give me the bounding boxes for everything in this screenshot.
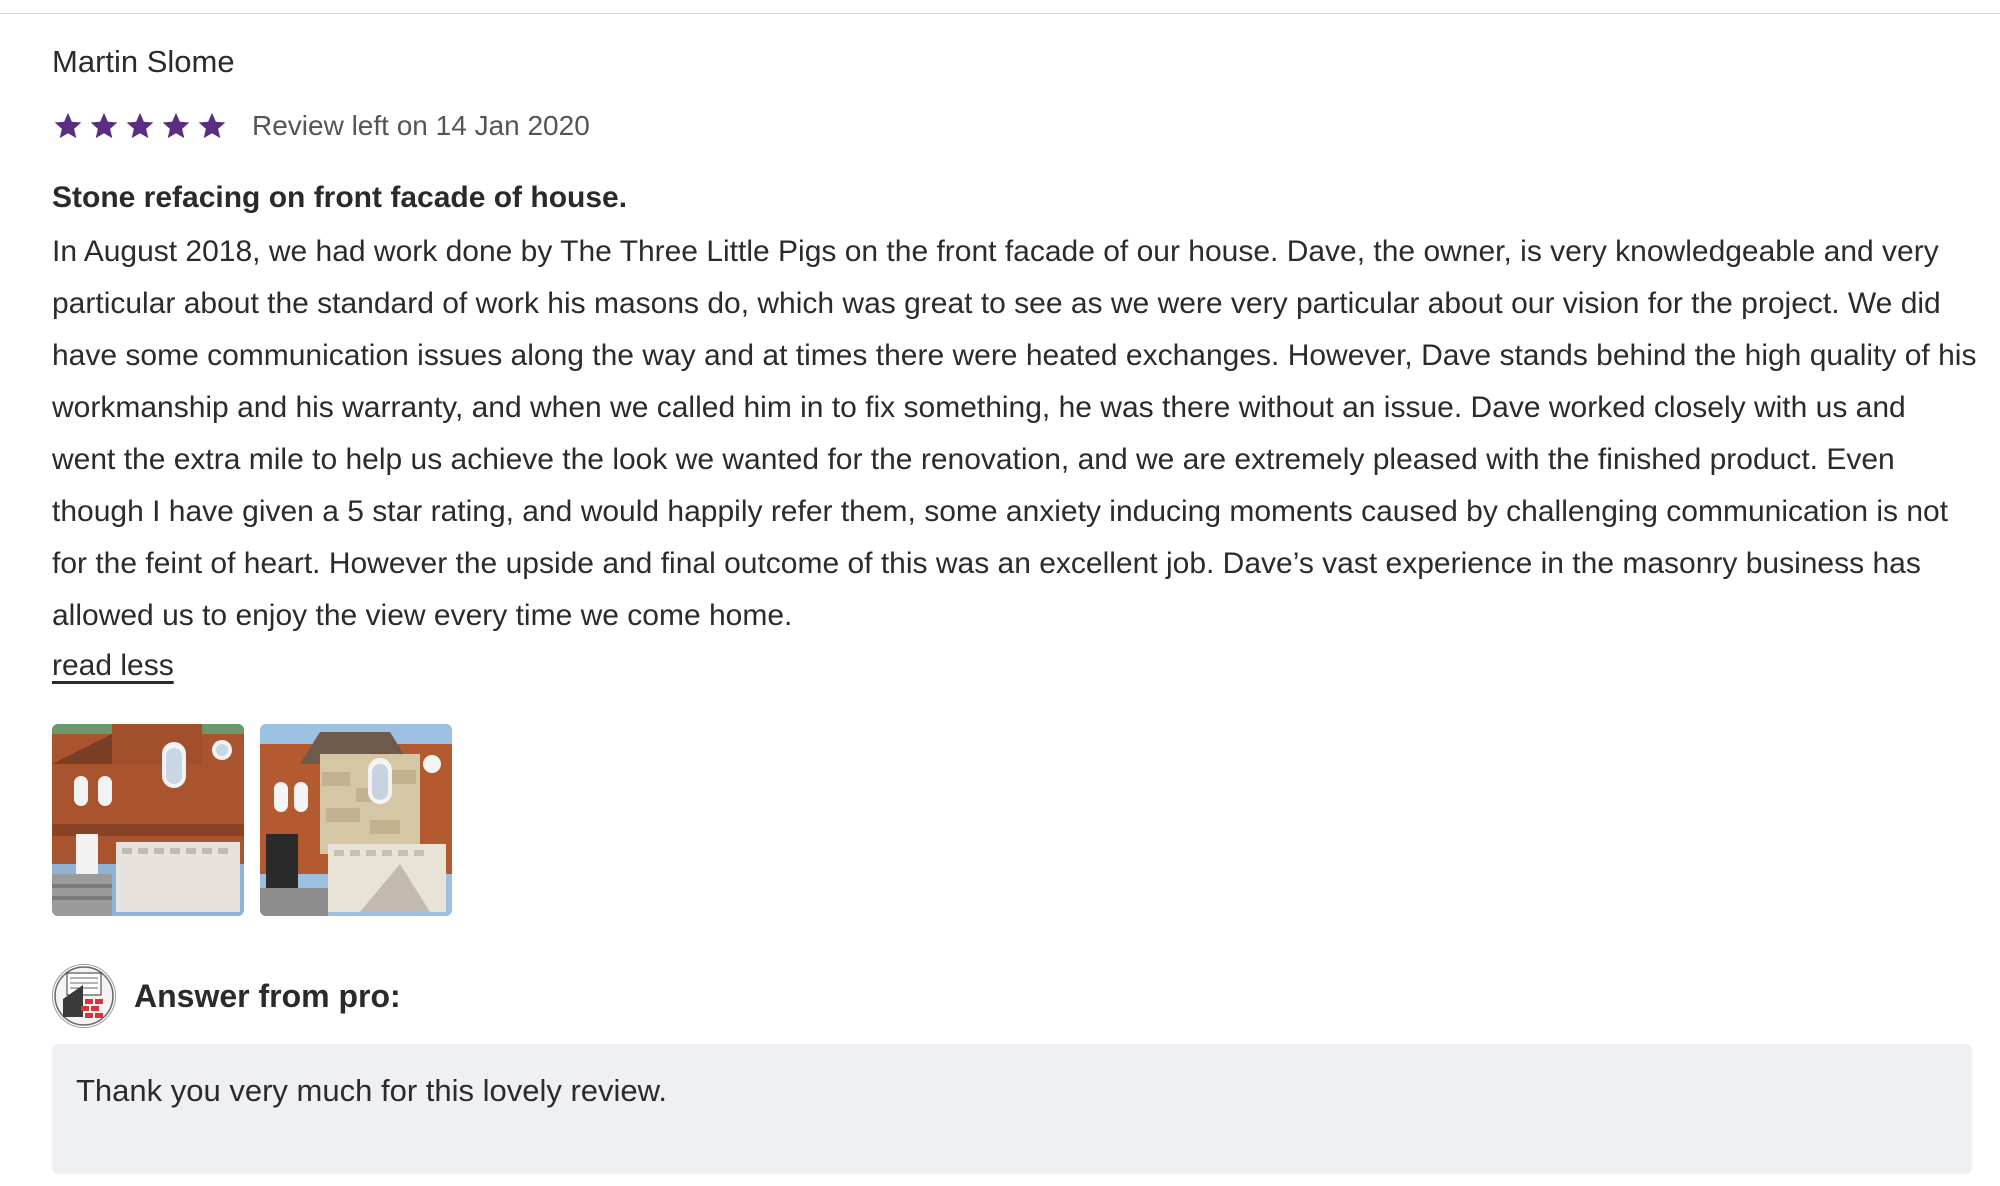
star-icon	[160, 110, 192, 142]
review-card: Martin Slome Review left on 14 Jan 2020 …	[52, 40, 1976, 1174]
answer-from-pro-label: Answer from pro:	[134, 977, 401, 1014]
star-icon	[88, 110, 120, 142]
read-less-link[interactable]: read less	[52, 646, 174, 686]
pro-answer-text: Thank you very much for this lovely revi…	[76, 1073, 667, 1108]
review-title: Stone refacing on front facade of house.	[52, 181, 628, 214]
top-divider	[0, 13, 2000, 14]
house-photo-after[interactable]	[260, 724, 452, 916]
review-date: Review left on 14 Jan 2020	[252, 110, 590, 141]
review-photos	[52, 724, 1972, 916]
star-icon	[124, 110, 156, 142]
house-photo-before[interactable]	[52, 724, 244, 916]
reviewer-name: Martin Slome	[52, 44, 235, 79]
review-body: In August 2018, we had work done by The …	[52, 235, 1977, 632]
answer-header: Answer from pro:	[52, 964, 1972, 1028]
star-rating	[52, 110, 228, 142]
star-icon	[196, 110, 228, 142]
rating-row: Review left on 14 Jan 2020	[52, 104, 1972, 148]
pro-answer-box: Thank you very much for this lovely revi…	[52, 1044, 1972, 1174]
three-little-pigs-logo-icon	[52, 964, 116, 1028]
star-icon	[52, 110, 84, 142]
